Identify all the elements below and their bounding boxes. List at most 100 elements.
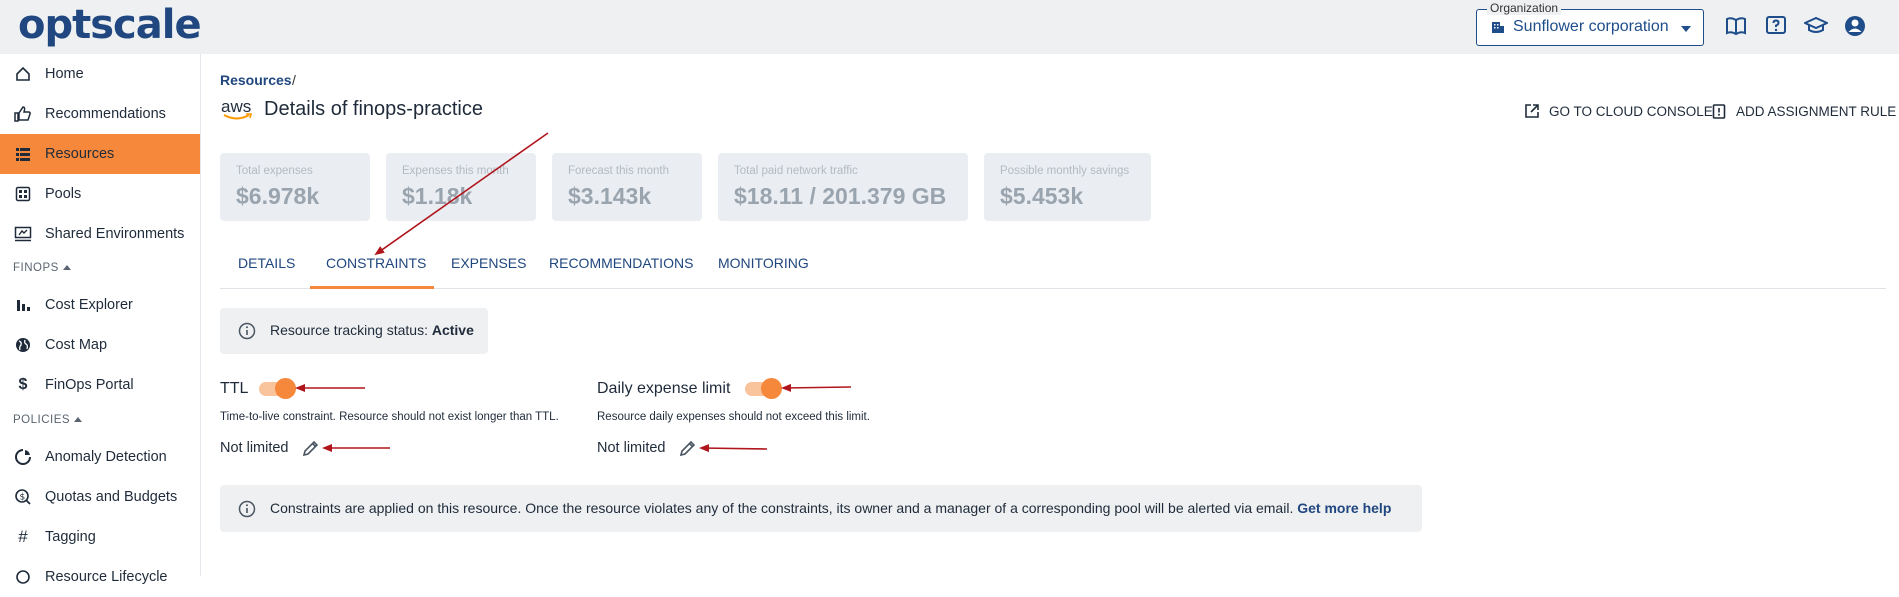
tabs-divider [220, 288, 1886, 289]
info-icon [238, 500, 256, 518]
sidebar-item-cost-explorer[interactable]: Cost Explorer [0, 285, 200, 325]
sidebar-item-finops-portal[interactable]: $ FinOps Portal [0, 365, 200, 405]
daily-limit-toggle-knob [761, 378, 782, 399]
training-icon[interactable] [1804, 14, 1828, 38]
building-icon [1492, 22, 1504, 33]
sidebar-item-label: Anomaly Detection [45, 449, 167, 465]
sidebar-item-home[interactable]: Home [0, 54, 200, 94]
sidebar-item-quotas-and-budgets[interactable]: $ Quotas and Budgets [0, 477, 200, 517]
summary-card-label: Total expenses [236, 165, 313, 177]
tracking-status-label: Resource tracking status: [270, 322, 432, 338]
summary-card-value: $3.143k [568, 183, 652, 209]
summary-card-network-traffic: Total paid network traffic $18.11 / 201.… [718, 153, 968, 221]
edit-daily-limit-pencil-icon[interactable] [678, 438, 698, 458]
summary-card-possible-savings[interactable]: Possible monthly savings $5.453k [984, 153, 1151, 221]
sidebar-item-label: Resources [45, 146, 115, 162]
home-icon [13, 64, 33, 84]
sidebar-item-resources[interactable]: Resources [0, 134, 200, 174]
environment-icon [13, 224, 33, 244]
sidebar-item-label: Recommendations [45, 106, 166, 122]
section-policies[interactable]: POLICIES [13, 414, 83, 426]
edit-ttl-pencil-icon[interactable] [301, 438, 321, 458]
tracking-status-text: Resource tracking status: Active [270, 322, 474, 338]
optscale-logo[interactable]: optscale [18, 2, 202, 48]
sidebar-item-anomaly-detection[interactable]: Anomaly Detection [0, 437, 200, 477]
sidebar-item-label: Cost Explorer [45, 297, 133, 313]
summary-card-label: Total paid network traffic [734, 165, 858, 177]
add-assignment-rule-label: ADD ASSIGNMENT RULE [1736, 103, 1897, 119]
go-to-cloud-console-label: GO TO CLOUD CONSOLE [1549, 103, 1713, 119]
clipboard-icon [1712, 104, 1726, 119]
sidebar-item-label: Pools [45, 186, 82, 202]
external-link-icon [1525, 104, 1539, 118]
summary-card-value: $18.11 / 201.379 GB [734, 183, 947, 209]
sidebar-item-pools[interactable]: Pools [0, 174, 200, 214]
constraints-note-box: Constraints are applied on this resource… [220, 485, 1422, 532]
sidebar-item-label: Resource Lifecycle [45, 569, 168, 585]
organization-select[interactable]: Organization Sunflower corporation [1476, 1, 1704, 46]
summary-card-label: Possible monthly savings [1000, 165, 1130, 177]
tab-monitoring[interactable]: MONITORING [718, 255, 809, 271]
breadcrumb-separator: / [292, 72, 296, 88]
tab-constraints[interactable]: CONSTRAINTS [326, 255, 426, 271]
thumbs-up-icon [13, 104, 33, 124]
sidebar-item-label: Cost Map [45, 337, 108, 353]
get-more-help-link[interactable]: Get more help [1297, 500, 1391, 516]
tab-details[interactable]: DETAILS [238, 255, 295, 271]
constraints-note-body: Constraints are applied on this resource… [270, 500, 1298, 516]
daily-limit-description: Resource daily expenses should not excee… [597, 411, 870, 423]
chevron-up-icon [62, 265, 71, 271]
sidebar-item-label: Home [45, 66, 84, 82]
aws-smile-icon [223, 113, 253, 120]
sidebar-item-tagging[interactable]: # Tagging [0, 517, 200, 557]
tab-expenses[interactable]: EXPENSES [451, 255, 526, 271]
globe-icon [13, 335, 33, 355]
documentation-icon[interactable] [1724, 14, 1748, 38]
page-title: Details of finops-practice [264, 98, 483, 120]
pools-icon [13, 184, 33, 204]
profile-icon[interactable] [1843, 14, 1867, 38]
sidebar-item-label: FinOps Portal [45, 377, 134, 393]
summary-card-label: Expenses this month [402, 165, 509, 177]
sidebar: Home Recommendations Resources Pools Sha… [0, 54, 201, 585]
list-icon [13, 144, 33, 164]
annotation-arrow-daily-toggle [781, 383, 852, 392]
daily-limit-toggle[interactable] [745, 378, 782, 399]
summary-card-forecast-this-month: Forecast this month $3.143k [552, 153, 702, 221]
help-icon[interactable] [1764, 14, 1788, 38]
add-assignment-rule-button[interactable]: ADD ASSIGNMENT RULE [1711, 103, 1896, 119]
organization-label: Organization [1487, 1, 1562, 15]
sidebar-item-label: Shared Environments [45, 226, 185, 242]
section-finops-label: FINOPS [13, 262, 59, 274]
tab-recommendations[interactable]: RECOMMENDATIONS [549, 255, 693, 271]
summary-card-value: $5.453k [1000, 183, 1084, 209]
lifecycle-icon [13, 567, 33, 587]
hashtag-icon: # [18, 527, 28, 546]
top-bar: optscale Organization Sunflower corporat… [0, 0, 1899, 54]
go-to-cloud-console-button[interactable]: GO TO CLOUD CONSOLE [1524, 103, 1713, 119]
summary-card-value: $1.18k [402, 183, 473, 209]
sidebar-item-recommendations[interactable]: Recommendations [0, 94, 200, 134]
chevron-down-icon [1681, 26, 1691, 32]
annotation-arrow-daily-edit [699, 444, 768, 453]
sidebar-item-label: Quotas and Budgets [45, 489, 178, 505]
section-policies-label: POLICIES [13, 414, 71, 426]
sidebar-item-resource-lifecycle[interactable]: Resource Lifecycle [0, 557, 200, 597]
daily-limit-title: Daily expense limit [597, 380, 731, 397]
ttl-description: Time-to-live constraint. Resource should… [220, 411, 559, 423]
budget-icon: $ [13, 487, 33, 507]
ttl-toggle[interactable] [259, 378, 296, 399]
summary-card-value: $6.978k [236, 183, 320, 209]
sidebar-item-shared-environments[interactable]: Shared Environments [0, 214, 200, 254]
constraints-note-text: Constraints are applied on this resource… [270, 500, 1391, 516]
tracking-status-value: Active [431, 322, 474, 338]
sidebar-item-cost-map[interactable]: Cost Map [0, 325, 200, 365]
anomaly-icon [13, 447, 33, 467]
daily-limit-value: Not limited [597, 440, 666, 456]
breadcrumb-resources[interactable]: Resources [220, 72, 292, 88]
summary-card-expenses-this-month: Expenses this month $1.18k [386, 153, 536, 221]
svg-text:$: $ [20, 493, 26, 503]
tracking-status-box: Resource tracking status: Active [220, 308, 488, 354]
ttl-toggle-knob [275, 378, 296, 399]
section-finops[interactable]: FINOPS [13, 262, 71, 274]
